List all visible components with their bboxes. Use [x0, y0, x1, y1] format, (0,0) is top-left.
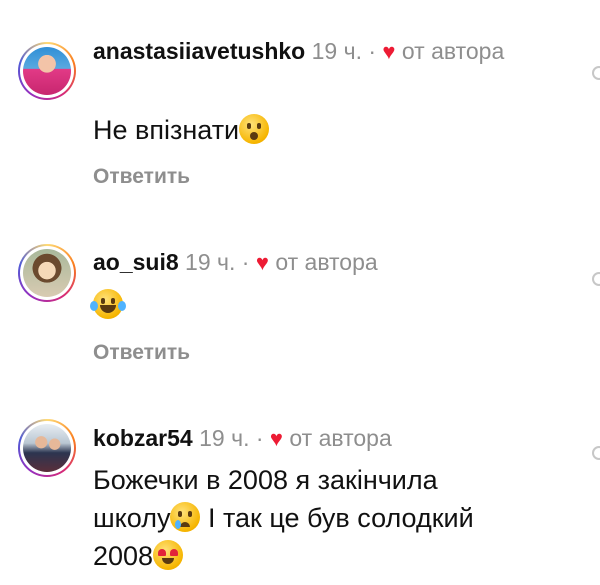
- avatar[interactable]: [18, 419, 76, 477]
- comment-meta: kobzar54 19 ч. · ♥ от автора: [93, 423, 553, 454]
- liked-by-author: от автора: [289, 425, 392, 451]
- timestamp[interactable]: 19 ч.: [312, 38, 362, 64]
- like-comment-icon[interactable]: [592, 272, 600, 286]
- comment-text-content: Не впізнати: [93, 115, 240, 145]
- separator: ·: [241, 249, 250, 275]
- comment-line-2: школу І так це був солодкий: [93, 499, 553, 537]
- avatar[interactable]: [18, 244, 76, 302]
- like-comment-icon[interactable]: [592, 66, 600, 80]
- separator: ·: [255, 425, 264, 451]
- reply-button[interactable]: Ответить: [93, 165, 190, 189]
- reply-button[interactable]: Ответить: [93, 341, 190, 365]
- comment-line-2-start: школу: [93, 503, 171, 533]
- separator: ·: [368, 38, 377, 64]
- face-with-tears-of-joy-icon: [90, 289, 126, 319]
- username[interactable]: kobzar54: [93, 425, 193, 451]
- comment-text: [90, 286, 126, 324]
- comment-line-3-text: 2008: [93, 541, 154, 571]
- like-comment-icon[interactable]: [592, 446, 600, 460]
- comment-meta: anastasiiavetushko 19 ч. · ♥ от автора: [93, 36, 523, 67]
- timestamp[interactable]: 19 ч.: [185, 249, 235, 275]
- liked-by-author: от автора: [275, 249, 378, 275]
- username[interactable]: ao_sui8: [93, 249, 179, 275]
- heart-icon: ♥: [269, 426, 283, 451]
- avatar[interactable]: [18, 42, 76, 100]
- heart-icon: ♥: [382, 39, 396, 64]
- timestamp[interactable]: 19 ч.: [199, 425, 249, 451]
- hushed-face-icon: [239, 114, 270, 144]
- username[interactable]: anastasiiavetushko: [93, 38, 305, 64]
- crying-face-icon: [170, 502, 201, 532]
- heart-icon: ♥: [255, 250, 269, 275]
- comment-text: Не впізнати: [93, 111, 270, 149]
- comment-line-2-end: І так це був солодкий: [200, 503, 474, 533]
- comment-text: Божечки в 2008 я закінчила школу І так ц…: [93, 461, 553, 575]
- heart-eyes-face-icon: [153, 540, 184, 570]
- comment-meta: ao_sui8 19 ч. · ♥ от автора: [93, 247, 553, 278]
- comment-line-3: 2008: [93, 537, 553, 575]
- comment-line-1: Божечки в 2008 я закінчила: [93, 465, 438, 495]
- liked-by-author: от автора: [401, 38, 505, 64]
